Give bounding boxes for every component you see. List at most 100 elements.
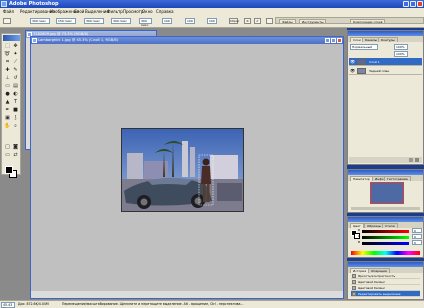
history-state-icon	[352, 286, 356, 290]
commit-transform-icon[interactable]: ✔	[254, 18, 261, 24]
layers-panel-tabs: Слои Каналы Контуры	[348, 36, 423, 42]
document-title-bar[interactable]: Lamborghini 1.jpg @ 45.3% (Слой 1, RGB/8…	[31, 37, 343, 44]
shape-tool-icon[interactable]: ■	[12, 107, 19, 113]
tab-files[interactable]: Файлы	[279, 19, 296, 24]
marquee-tool-icon[interactable]: ⬚	[4, 43, 11, 49]
tool-preset-icon[interactable]	[3, 18, 11, 24]
tab-tools[interactable]: Инструменты	[299, 19, 327, 24]
zoom-slider[interactable]	[351, 207, 420, 210]
tab-swatches[interactable]: Образцы	[364, 223, 384, 228]
history-state-icon	[352, 274, 356, 278]
path-select-tool-icon[interactable]: ▲	[4, 99, 11, 105]
options-field-x[interactable]: 300 пикс	[30, 18, 50, 24]
palette-well-icon[interactable]	[266, 18, 273, 24]
history-item[interactable]: Редактировать выделение	[351, 291, 420, 297]
menu-view[interactable]: Просмотр	[123, 9, 144, 14]
dodge-tool-icon[interactable]: ◐	[12, 91, 19, 97]
history-panel: История Операции Яркость/контрастность Ц…	[347, 261, 424, 300]
warp-button[interactable]: Сброс	[229, 18, 239, 24]
history-item-label: Цветовой баланс	[358, 286, 386, 290]
eyedropper-tool-icon[interactable]: ⟆	[12, 115, 19, 121]
jump-to-imageready-icon[interactable]: ⇄	[12, 152, 19, 158]
slice-tool-icon[interactable]: ⟋	[12, 59, 19, 65]
document-size[interactable]: Док: 872.6K/4.04M	[18, 301, 49, 308]
options-field-w[interactable]: 300 пикс	[84, 18, 104, 24]
history-brush-tool-icon[interactable]: ↺	[12, 75, 19, 81]
menu-layer[interactable]: Слой	[74, 9, 84, 14]
magic-wand-tool-icon[interactable]: ✦	[12, 51, 19, 57]
new-layer-icon[interactable]	[409, 158, 413, 162]
quickmask-mode-icon[interactable]: ◙	[12, 144, 19, 150]
layer-row[interactable]: 👁 Задний план	[349, 67, 422, 75]
fill-field[interactable]: 100%	[394, 51, 408, 57]
foreground-color-swatch[interactable]	[5, 166, 13, 174]
navigator-thumbnail[interactable]	[370, 182, 404, 204]
document-title: Lamborghini 1.jpg @ 45.3% (Слой 1, RGB/8…	[38, 38, 119, 42]
document-window-controls	[325, 38, 342, 43]
toolbox: ⬚ ✥ ➰ ✦ ⌗ ⟋ ✚ ✎ ⊥ ↺ ▭ ▤ ● ◐ ▲ T ✒ ■ ▣ ⟆ …	[1, 33, 21, 178]
value-r[interactable]: 0	[412, 228, 422, 233]
history-item-label: Редактировать выделение	[358, 292, 401, 296]
options-field-hskew[interactable]: 100	[162, 18, 172, 24]
tab-layer-comps[interactable]: Композиции слоев	[350, 19, 386, 24]
tab-color[interactable]: Цвет	[350, 223, 364, 228]
standard-mode-icon[interactable]: □	[4, 144, 11, 150]
options-field-interp[interactable]: 100	[207, 18, 217, 24]
slider-b[interactable]	[362, 242, 409, 245]
menu-filter[interactable]: Фильтр	[107, 9, 123, 14]
layer-row[interactable]: 👁 Слой 1	[349, 58, 422, 66]
options-field-y[interactable]: 150 пикс	[56, 18, 76, 24]
lasso-tool-icon[interactable]: ➰	[4, 51, 11, 57]
gradient-tool-icon[interactable]: ▤	[12, 83, 19, 89]
channel-label-b: B	[358, 240, 361, 244]
color-ramp[interactable]	[351, 251, 420, 255]
type-tool-icon[interactable]: T	[12, 99, 19, 105]
zoom-tool-icon[interactable]: ⌕	[12, 123, 19, 129]
channel-label-g: G	[358, 234, 361, 238]
layer-name: Слой 1	[369, 60, 380, 64]
cancel-transform-icon[interactable]: ⊘	[244, 18, 251, 24]
channel-label-r: R	[358, 228, 361, 232]
options-field-h[interactable]: 300 пикс	[111, 18, 131, 24]
eye-icon[interactable]: 👁	[350, 68, 355, 73]
zoom-field[interactable]: 45.43 %	[1, 302, 15, 308]
notes-tool-icon[interactable]: ▣	[4, 115, 11, 121]
eraser-tool-icon[interactable]: ▭	[4, 83, 11, 89]
value-b[interactable]: 0	[412, 240, 422, 245]
close-icon[interactable]	[417, 1, 423, 7]
tab-styles[interactable]: Стили	[382, 223, 398, 228]
screen-mode-icon[interactable]: ▭	[4, 152, 11, 158]
close-icon[interactable]	[337, 38, 342, 43]
blur-tool-icon[interactable]: ●	[4, 91, 11, 97]
crop-tool-icon[interactable]: ⌗	[4, 59, 11, 65]
tab-paths[interactable]: Контуры	[378, 37, 398, 42]
hand-tool-icon[interactable]: ✋	[4, 123, 11, 129]
maximize-icon[interactable]	[331, 38, 336, 43]
move-tool-icon[interactable]: ✥	[12, 43, 19, 49]
trash-icon[interactable]	[415, 158, 419, 162]
slider-r[interactable]	[362, 230, 409, 233]
minimize-icon[interactable]	[325, 38, 330, 43]
eye-icon[interactable]: 👁	[350, 59, 355, 64]
options-field-vskew[interactable]: 100	[185, 18, 195, 24]
brush-tool-icon[interactable]: ✎	[12, 67, 19, 73]
healing-tool-icon[interactable]: ✚	[4, 67, 11, 73]
opacity-field[interactable]: 100%	[394, 44, 408, 50]
photo-lamborghini	[122, 129, 243, 211]
value-g[interactable]: 0	[412, 234, 422, 239]
pen-tool-icon[interactable]: ✒	[4, 107, 11, 113]
minimize-icon[interactable]	[403, 1, 409, 7]
blend-mode-select[interactable]: Нормальный	[350, 44, 378, 50]
menu-window[interactable]: Окно	[142, 9, 153, 14]
tab-histogram[interactable]: Гистограмма	[384, 176, 411, 181]
options-field-angle[interactable]: 300 пикс	[139, 18, 152, 27]
stamp-tool-icon[interactable]: ⊥	[4, 75, 11, 81]
menu-help[interactable]: Справка	[156, 9, 174, 14]
menu-select[interactable]: Выделение	[85, 9, 109, 14]
menu-file[interactable]: Файл	[3, 9, 14, 14]
canvas-image[interactable]	[121, 128, 244, 212]
maximize-icon[interactable]	[410, 1, 416, 7]
tab-navigator[interactable]: Навигатор	[350, 176, 373, 181]
slider-g[interactable]	[362, 236, 409, 239]
navigator-panel: Навигатор Инфо Гистограмма	[347, 169, 424, 213]
